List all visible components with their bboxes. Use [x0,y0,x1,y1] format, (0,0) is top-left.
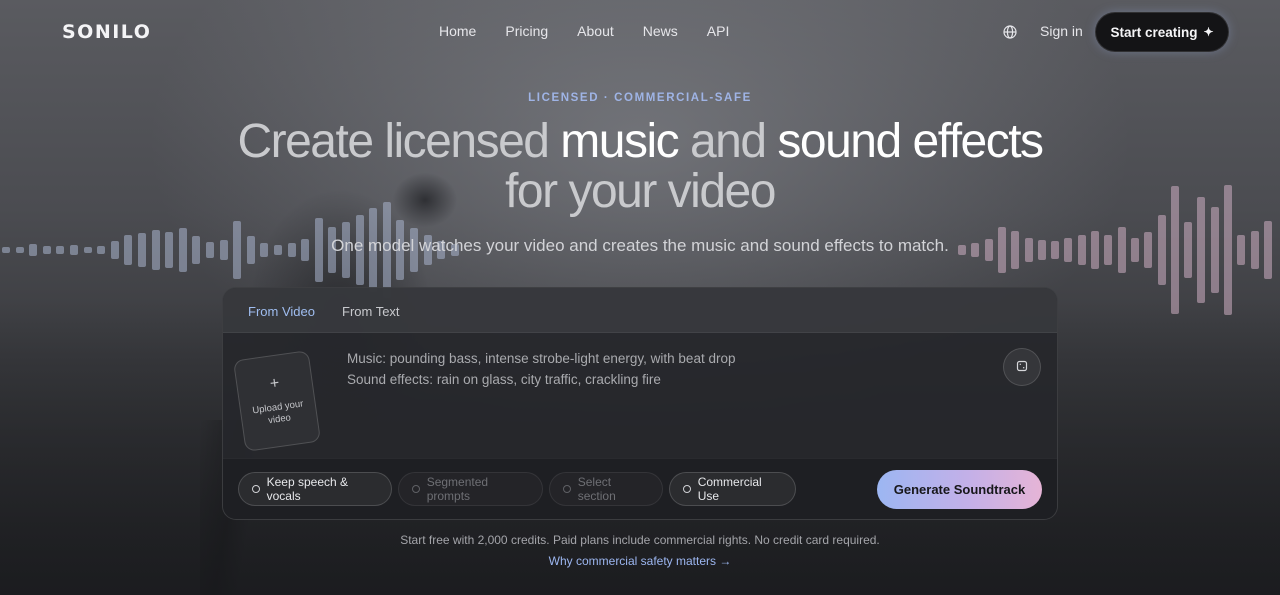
brand-logo[interactable]: SONILO [62,21,151,43]
dice-icon [1016,360,1028,375]
upload-video-dropzone[interactable]: + Upload your video [232,350,322,452]
soundtrack-composer: From Video From Text + Upload your video… [222,287,1058,520]
radio-icon [563,485,571,493]
radio-icon [412,485,420,493]
site-header: SONILO Home Pricing About News API Sign … [0,0,1280,64]
option-select-section[interactable]: Select section [549,472,663,506]
option-label: Keep speech & vocals [266,475,349,503]
option-segmented-prompts[interactable]: Segmented prompts [398,472,543,506]
radio-icon [683,485,691,493]
headline-part-3: and [678,115,778,168]
hero-eyebrow: LICENSED · COMMERCIAL-SAFE [528,92,752,104]
hero-headline: Create licensed music and sound effects … [0,117,1280,217]
sparkle-icon: ✦ [1203,25,1214,39]
upload-label: Upload your video [251,398,305,427]
start-creating-label: Start creating [1110,24,1198,40]
prompt-placeholder-music[interactable]: Music: pounding bass, intense strobe-lig… [347,351,735,366]
nav-item-pricing[interactable]: Pricing [505,23,548,39]
credits-note: Start free with 2,000 credits. Paid plan… [400,533,880,547]
nav-item-api[interactable]: API [707,23,730,39]
main-nav: Home Pricing About News API [439,23,758,39]
hero-subtitle: One model watches your video and creates… [331,236,949,255]
option-label: Commercial Use [697,475,762,503]
option-label: Select section [577,475,616,503]
tab-from-video[interactable]: From Video [248,304,315,319]
generate-soundtrack-button[interactable]: Generate Soundtrack [877,470,1042,509]
radio-icon [252,485,260,493]
headline-music: music [560,115,679,168]
headline-line-2: for your video [505,165,776,218]
nav-item-home[interactable]: Home [439,23,476,39]
sign-in-link[interactable]: Sign in [1040,23,1083,39]
option-keep-speech[interactable]: Keep speech & vocals [238,472,392,506]
headline-part-1: Create licensed [237,115,561,168]
option-label: Segmented prompts [426,475,489,503]
headline-sound-effects: sound effects [777,115,1044,168]
tab-from-text[interactable]: From Text [342,304,400,319]
nav-item-about[interactable]: About [577,23,614,39]
globe-icon[interactable] [1002,24,1018,40]
composer-tabs: From Video From Text [223,288,1057,333]
random-prompt-button[interactable] [1003,348,1041,386]
why-commercial-safety-link[interactable]: Why commercial safety matters → [0,554,1280,568]
plus-icon: + [268,374,281,393]
option-commercial-use[interactable]: Commercial Use [669,472,796,506]
composer-options-bar: Keep speech & vocals Segmented prompts S… [223,458,1057,519]
prompt-placeholder-sfx[interactable]: Sound effects: rain on glass, city traff… [347,372,661,387]
start-creating-button[interactable]: Start creating ✦ [1095,12,1229,52]
nav-item-news[interactable]: News [643,23,678,39]
